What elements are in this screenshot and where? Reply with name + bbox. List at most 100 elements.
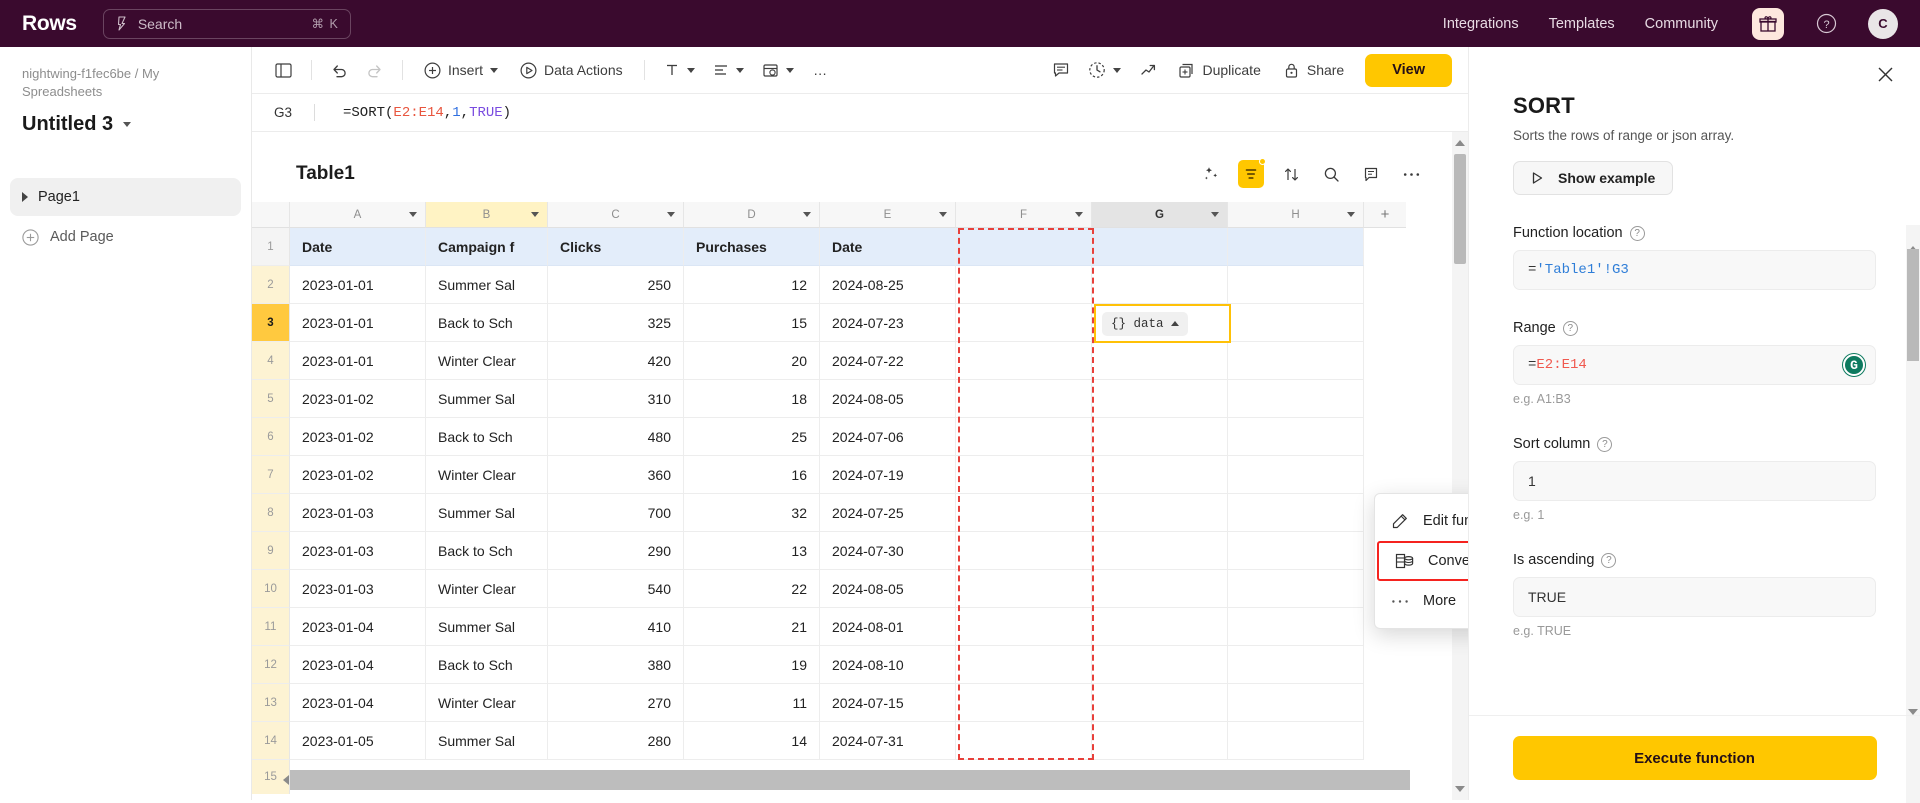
cell-d5[interactable]: 18 [684,380,820,418]
nav-integrations[interactable]: Integrations [1443,16,1519,32]
row-number[interactable]: 8 [252,494,290,532]
column-header-c[interactable]: C [548,202,684,228]
menu-item-more[interactable]: More [1375,581,1468,621]
notes-icon[interactable] [1358,161,1384,187]
data-chip[interactable]: {} data [1102,311,1188,336]
insert-button[interactable]: Insert [415,55,507,86]
row-number[interactable]: 4 [252,342,290,380]
row-number[interactable]: 7 [252,456,290,494]
cell-d6[interactable]: 25 [684,418,820,456]
execute-function-button[interactable]: Execute function [1512,736,1877,780]
redo-icon[interactable] [359,55,390,86]
cell-g9[interactable] [1092,532,1228,570]
cell-g11[interactable] [1092,608,1228,646]
header-cell-e[interactable]: Date [820,228,956,266]
data-actions-button[interactable]: Data Actions [511,55,632,86]
align-icon[interactable] [706,55,751,86]
function-location-input[interactable]: = 'Table1'!G3 [1513,250,1876,290]
cell-h6[interactable] [1228,418,1364,456]
more-icon[interactable] [1398,161,1424,187]
cell-f5[interactable] [956,380,1092,418]
cell-e9[interactable]: 2024-07-30 [820,532,956,570]
cell-f9[interactable] [956,532,1092,570]
cell-e8[interactable]: 2024-07-25 [820,494,956,532]
cell-h3[interactable] [1228,304,1364,342]
undo-icon[interactable] [324,55,355,86]
column-header-a[interactable]: A [290,202,426,228]
cell-f2[interactable] [956,266,1092,304]
cell-b5[interactable]: Summer Sal [426,380,548,418]
share-button[interactable]: Share [1274,55,1353,86]
cell-g14[interactable] [1092,722,1228,760]
cell-c9[interactable]: 290 [548,532,684,570]
cell-a13[interactable]: 2023-01-04 [290,684,426,722]
cell-d13[interactable]: 11 [684,684,820,722]
is-ascending-input[interactable]: TRUE [1513,577,1876,617]
row-number[interactable]: 1 [252,228,290,266]
help-circle-icon[interactable]: ? [1814,12,1838,36]
header-cell-c[interactable]: Clicks [548,228,684,266]
cell-e7[interactable]: 2024-07-19 [820,456,956,494]
gift-icon[interactable] [1752,7,1784,40]
cell-f13[interactable] [956,684,1092,722]
cell-g5[interactable] [1092,380,1228,418]
cell-g12[interactable] [1092,646,1228,684]
cell-a12[interactable]: 2023-01-04 [290,646,426,684]
row-number[interactable]: 11 [252,608,290,646]
cell-b6[interactable]: Back to Sch [426,418,548,456]
chevron-down-icon[interactable] [531,212,539,217]
sort-column-input[interactable]: 1 [1513,461,1876,501]
column-header-g[interactable]: G [1092,202,1228,228]
cell-a14[interactable]: 2023-01-05 [290,722,426,760]
sort-icon[interactable] [1278,161,1304,187]
scroll-down-button[interactable] [1452,780,1468,798]
chevron-down-icon[interactable] [1211,212,1219,217]
chevron-down-icon[interactable] [735,67,744,73]
menu-item-edit-function[interactable]: Edit function [1375,501,1468,541]
cell-d3[interactable]: 15 [684,304,820,342]
cell-b14[interactable]: Summer Sal [426,722,548,760]
row-number[interactable]: 2 [252,266,290,304]
cell-f12[interactable] [956,646,1092,684]
header-cell-f[interactable] [956,228,1092,266]
cell-d14[interactable]: 14 [684,722,820,760]
row-number[interactable]: 14 [252,722,290,760]
cell-b10[interactable]: Winter Clear [426,570,548,608]
cell-e14[interactable]: 2024-07-31 [820,722,956,760]
cell-c3[interactable]: 325 [548,304,684,342]
cell-c14[interactable]: 280 [548,722,684,760]
cell-e10[interactable]: 2024-08-05 [820,570,956,608]
view-button[interactable]: View [1365,53,1452,87]
comment-icon[interactable] [1045,55,1077,86]
cell-f7[interactable] [956,456,1092,494]
chevron-down-icon[interactable] [1075,212,1083,217]
cell-f4[interactable] [956,342,1092,380]
cell-e12[interactable]: 2024-08-10 [820,646,956,684]
cell-h12[interactable] [1228,646,1364,684]
breadcrumb[interactable]: nightwing-f1fec6be / My Spreadsheets [22,65,229,101]
history-icon[interactable] [1081,55,1128,86]
chevron-right-icon[interactable] [22,192,28,202]
cell-h4[interactable] [1228,342,1364,380]
cell-e3[interactable]: 2024-07-23 [820,304,956,342]
chevron-down-icon[interactable] [123,122,132,127]
cell-b12[interactable]: Back to Sch [426,646,548,684]
column-header-f[interactable]: F [956,202,1092,228]
cell-a8[interactable]: 2023-01-03 [290,494,426,532]
cell-c10[interactable]: 540 [548,570,684,608]
row-number[interactable]: 9 [252,532,290,570]
grid-vertical-scrollbar[interactable] [1452,132,1468,800]
cell-reference[interactable]: G3 [252,105,314,120]
cell-e5[interactable]: 2024-08-05 [820,380,956,418]
cell-c5[interactable]: 310 [548,380,684,418]
cell-e13[interactable]: 2024-07-15 [820,684,956,722]
row-number[interactable]: 6 [252,418,290,456]
toolbar-more-button[interactable]: … [805,55,836,86]
add-column-button[interactable]: + [1364,202,1406,228]
cell-f10[interactable] [956,570,1092,608]
cell-f3[interactable] [956,304,1092,342]
header-cell-h[interactable] [1228,228,1364,266]
cell-f14[interactable] [956,722,1092,760]
cell-g13[interactable] [1092,684,1228,722]
header-cell-g[interactable] [1092,228,1228,266]
